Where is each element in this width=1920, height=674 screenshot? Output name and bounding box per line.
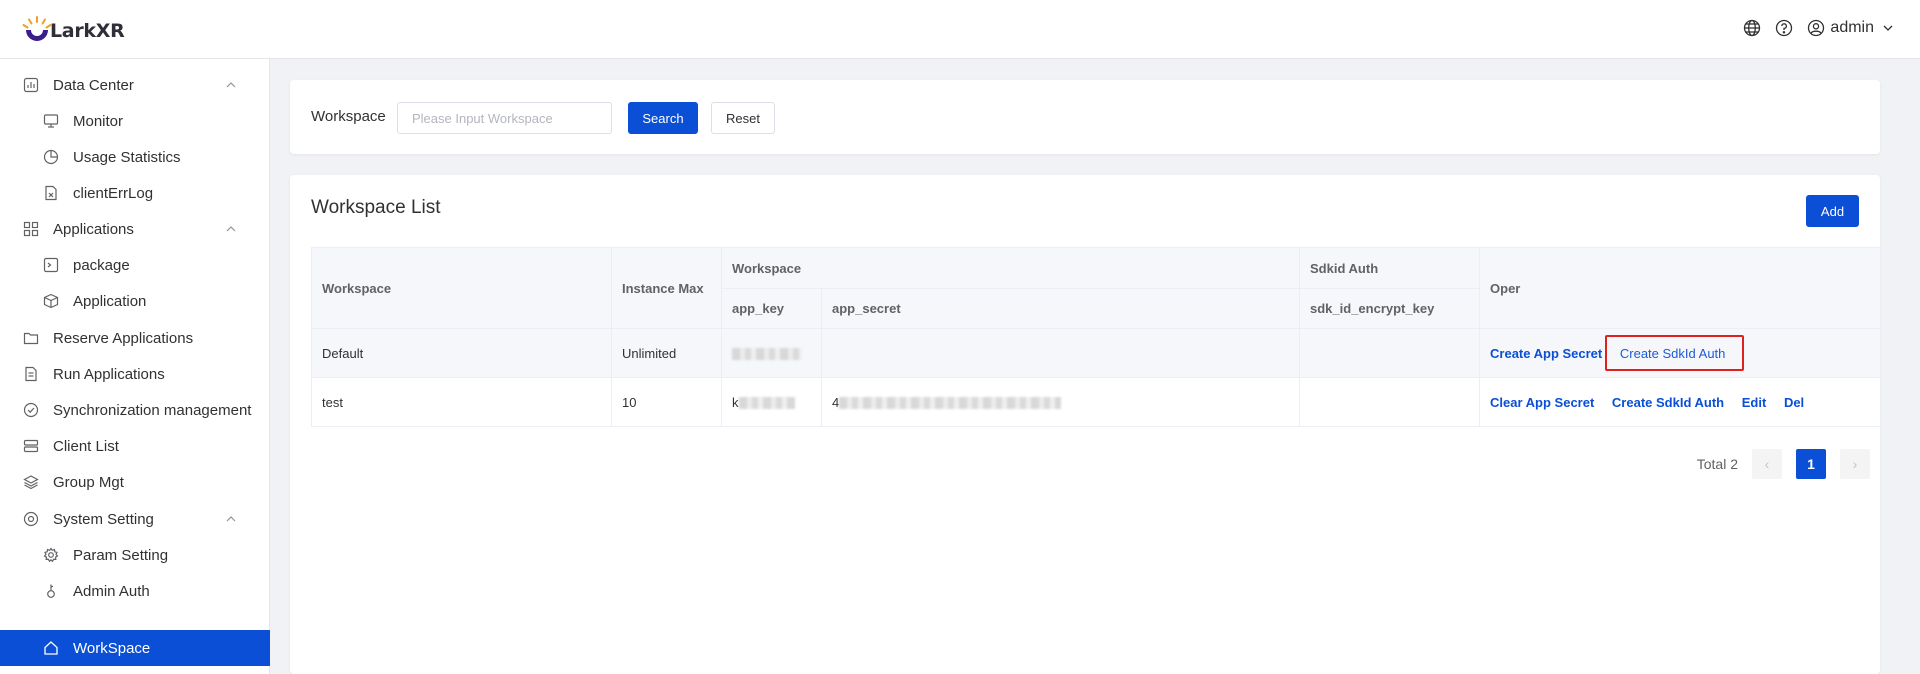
col-header-workspace: Workspace [311, 247, 612, 329]
cell-workspace: test [311, 377, 612, 427]
sidebar-item-workspace[interactable]: WorkSpace [0, 630, 270, 666]
chevron-up-icon [224, 222, 238, 236]
cell-app-secret: 4 [820, 377, 1301, 427]
sidebar-item-reserve-applications[interactable]: Reserve Applications [0, 320, 270, 356]
server-icon [22, 437, 40, 455]
cell-app-key: k [721, 377, 822, 427]
redacted-app-secret [839, 397, 1062, 410]
table-row: test 10 k 4 Clear App Secret Create SdkI… [311, 377, 1882, 427]
help-icon[interactable] [1774, 18, 1794, 38]
larkxr-logo-icon [20, 14, 54, 48]
list-title: Workspace List [311, 197, 441, 218]
cell-instance-max: Unlimited [611, 328, 722, 378]
col-header-app-secret: app_secret [820, 288, 1301, 329]
search-card: Workspace Search Reset [290, 80, 1880, 154]
col-header-oper: Oper [1479, 247, 1882, 329]
sidebar-item-client-list[interactable]: Client List [0, 428, 270, 464]
settings-icon [22, 510, 40, 528]
search-label: Workspace [311, 108, 386, 125]
chevron-up-icon [224, 78, 238, 92]
folder-icon [22, 329, 40, 347]
username: admin [1830, 19, 1874, 36]
cell-app-key [721, 328, 822, 378]
sidebar-item-param-setting[interactable]: Param Setting [0, 537, 270, 573]
sidebar-item-client-err-log[interactable]: clientErrLog [0, 175, 270, 211]
sidebar-item-package[interactable]: package [0, 247, 270, 283]
document-icon [22, 365, 40, 383]
col-header-sdkid-auth: Sdkid Auth [1299, 247, 1481, 289]
sidebar-item-monitor[interactable]: Monitor [0, 103, 270, 139]
sidebar-item-application[interactable]: Application [0, 283, 270, 319]
chevron-up-icon [224, 512, 238, 526]
next-page-icon[interactable]: › [1840, 449, 1870, 479]
col-header-workspace-group: Workspace [720, 247, 1301, 289]
pagination: Total 2 ‹ 1 › [1697, 449, 1870, 479]
logo[interactable]: LarkXR [20, 14, 125, 48]
sidebar-item-run-applications[interactable]: Run Applications [0, 356, 270, 392]
chevron-down-icon [1878, 18, 1898, 38]
cell-app-secret [820, 328, 1301, 378]
grid-apps-icon [22, 220, 40, 238]
gear-icon [42, 546, 60, 564]
app-name: LarkXR [50, 20, 125, 42]
sidebar-item-synchronization-management[interactable]: Synchronization management [0, 392, 270, 428]
home-icon [42, 639, 60, 657]
prev-page-icon[interactable]: ‹ [1752, 449, 1782, 479]
col-header-app-key: app_key [721, 288, 822, 329]
cell-workspace: Default [311, 328, 612, 378]
document-error-icon [42, 184, 60, 202]
pie-chart-icon [42, 148, 60, 166]
clear-app-secret-link[interactable]: Clear App Secret [1490, 395, 1594, 410]
cell-sdk-key [1299, 328, 1481, 378]
page-number[interactable]: 1 [1796, 449, 1826, 479]
create-sdkid-auth-link[interactable]: Create SdkId Auth [1612, 395, 1724, 410]
cell-sdk-key [1299, 377, 1481, 427]
sidebar-item-admin-auth[interactable]: Admin Auth [0, 573, 270, 609]
sidebar-item-system-setting[interactable]: System Setting [0, 501, 270, 537]
sidebar-item-applications[interactable]: Applications [0, 211, 270, 247]
edit-link[interactable]: Edit [1742, 395, 1767, 410]
cell-oper: Clear App Secret Create SdkId Auth Edit … [1479, 377, 1882, 427]
bar-chart-icon [22, 76, 40, 94]
sidebar: Data Center Monitor Usage Statistics cli… [0, 59, 270, 674]
table-row: Default Unlimited Create App Secret Crea… [311, 328, 1882, 378]
sidebar-item-group-mgt[interactable]: Group Mgt [0, 464, 270, 500]
pagination-total: Total 2 [1696, 456, 1738, 472]
monitor-icon [42, 112, 60, 130]
cell-oper: Create App Secret Create SdkId Auth [1479, 328, 1882, 378]
top-header: LarkXR admin [0, 0, 1920, 59]
col-header-sdk-id-encrypt-key: sdk_id_encrypt_key [1299, 288, 1481, 329]
redacted-app-key [732, 348, 802, 361]
search-button[interactable]: Search [628, 102, 698, 134]
add-button[interactable]: Add [1806, 195, 1859, 227]
user-menu[interactable]: admin [1806, 18, 1898, 38]
terminal-icon [42, 256, 60, 274]
user-avatar-icon [1806, 18, 1826, 38]
language-globe-icon[interactable] [1742, 18, 1762, 38]
workspace-table: Workspace Instance Max Workspace Sdkid A… [311, 247, 1882, 427]
layers-icon [22, 473, 40, 491]
workspace-search-input[interactable] [397, 102, 612, 134]
key-icon [42, 582, 60, 600]
cell-instance-max: 10 [611, 377, 722, 427]
redacted-app-key [738, 397, 795, 410]
reset-button[interactable]: Reset [711, 102, 775, 134]
create-sdkid-auth-link[interactable]: Create SdkId Auth [1620, 346, 1726, 361]
workspace-list-card: Workspace List Add Workspace Instance Ma… [290, 175, 1882, 674]
sidebar-item-data-center[interactable]: Data Center [0, 67, 270, 103]
box-icon [42, 292, 60, 310]
col-header-instance-max: Instance Max [611, 247, 722, 329]
check-circle-icon [22, 401, 40, 419]
delete-link[interactable]: Del [1784, 395, 1804, 410]
create-app-secret-link[interactable]: Create App Secret [1490, 346, 1602, 361]
sidebar-item-usage-statistics[interactable]: Usage Statistics [0, 139, 270, 175]
